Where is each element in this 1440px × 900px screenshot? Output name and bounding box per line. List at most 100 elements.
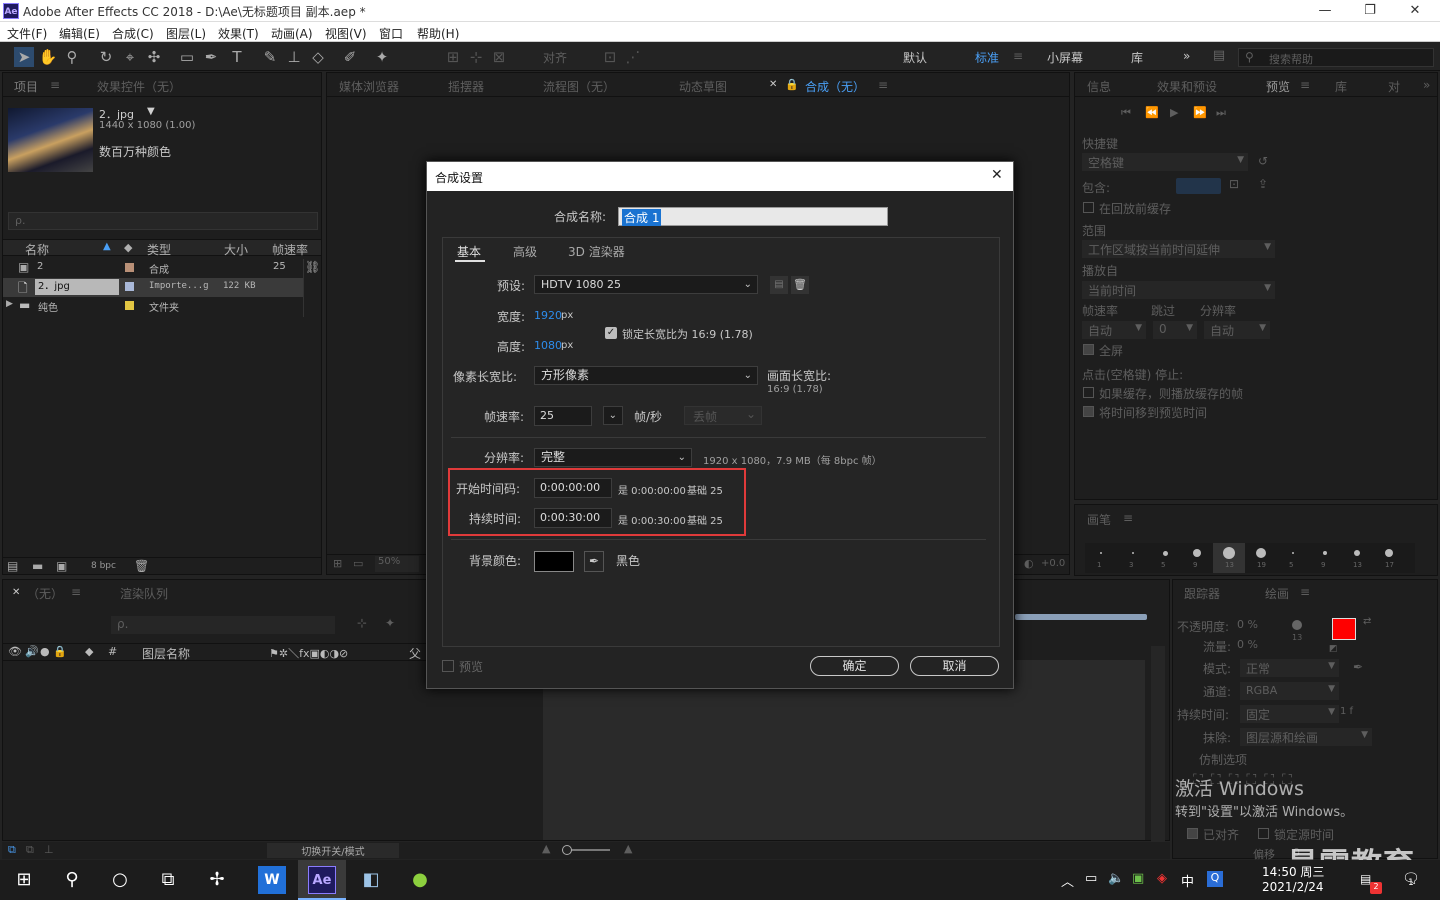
search-icon[interactable]: ⚲ <box>58 866 86 894</box>
col-size[interactable]: 大小 <box>224 241 248 258</box>
duration-select[interactable]: 固定 ▼ <box>1240 705 1339 723</box>
menu-view[interactable]: 视图(V) <box>325 25 367 42</box>
close-tab-icon[interactable]: ✕ <box>769 79 777 90</box>
menu-composition[interactable]: 合成(C) <box>112 25 154 42</box>
sort-ascending-icon[interactable]: ▲ <box>103 241 111 252</box>
tab-tracker[interactable]: 跟踪器 <box>1184 585 1220 602</box>
snap-option-icon[interactable]: ⊡ <box>600 47 620 67</box>
next-frame-icon[interactable]: ⏩ <box>1193 106 1207 119</box>
brush-tip[interactable]: 9 <box>1309 543 1341 573</box>
range-select[interactable]: 工作区域按当前时间延伸 ▼ <box>1082 240 1275 258</box>
play-icon[interactable]: ▶ <box>1170 106 1178 119</box>
tab-3d-renderer[interactable]: 3D 渲染器 <box>568 243 625 260</box>
brush-tip[interactable]: 1 <box>1085 543 1117 573</box>
tab-preview[interactable]: 预览 <box>1266 78 1290 95</box>
lock-column-icon[interactable]: 🔒 <box>53 645 67 658</box>
label-column-icon[interactable]: ◆ <box>124 241 132 254</box>
default-colors-icon[interactable]: ◩ <box>1329 644 1338 654</box>
camera-tool-icon[interactable]: ⌖ <box>120 47 140 67</box>
workspace-menu-icon[interactable]: ≡ <box>1013 49 1023 63</box>
brush-tip[interactable]: 13 <box>1213 543 1245 573</box>
clock-time[interactable]: 14:50 周三 <box>1262 863 1324 880</box>
project-tab-menu-icon[interactable]: ≡ <box>50 78 60 92</box>
reset-icon[interactable]: ↺ <box>1258 154 1268 168</box>
resolution-select[interactable]: 完整 ⌄ <box>534 448 692 467</box>
preview-tab-menu-icon[interactable]: ≡ <box>1300 78 1310 92</box>
exposure-icon[interactable]: ◐ <box>1024 557 1034 570</box>
security-icon[interactable]: ◈ <box>1157 871 1167 886</box>
foreground-color-swatch[interactable] <box>1332 618 1356 640</box>
eraser-tool-icon[interactable]: ◇ <box>308 47 328 67</box>
label-color-swatch[interactable] <box>125 282 134 291</box>
brush-tip[interactable]: 17 <box>1373 543 1405 573</box>
lock-ratio-checkbox[interactable]: ✓ <box>605 327 617 339</box>
green-app-icon[interactable]: ● <box>406 866 434 894</box>
tab-flowchart[interactable]: 流程图（无） <box>543 78 615 95</box>
height-value[interactable]: 1080 <box>534 339 562 352</box>
last-frame-icon[interactable]: ⏭ <box>1216 106 1226 120</box>
clock-date[interactable]: 2021/2/24 <box>1262 880 1324 894</box>
pen-tool-icon[interactable]: ✒ <box>201 47 221 67</box>
monitor-icon[interactable]: ▭ <box>353 557 363 570</box>
cancel-button[interactable]: 取消 <box>910 656 999 676</box>
expand-arrow-icon[interactable]: ▶ <box>6 299 13 309</box>
tab-timeline[interactable]: （无） <box>27 585 63 602</box>
fps-select[interactable]: 自动 ▼ <box>1082 321 1146 339</box>
delete-preset-icon[interactable]: 🗑 <box>791 276 809 294</box>
layer-switches-icon[interactable]: ⧉ <box>8 843 16 857</box>
workspace-library[interactable]: 库 <box>1131 49 1143 66</box>
mode-select[interactable]: 正常 ▼ <box>1240 659 1339 677</box>
tab-effect-controls[interactable]: 效果控件（无） <box>97 78 181 95</box>
opacity-value[interactable]: 0 % <box>1237 618 1258 631</box>
help-search-box[interactable]: ⚲ 搜索帮助 <box>1238 48 1434 67</box>
erase-select[interactable]: 图层源和绘画 ▼ <box>1240 728 1372 746</box>
eyedropper-icon[interactable]: ✒ <box>1353 660 1363 674</box>
delete-icon[interactable]: 🗑 <box>134 559 149 573</box>
tab-effects-presets[interactable]: 效果和预设 <box>1157 78 1217 95</box>
brush-tip[interactable]: 3 <box>1117 543 1149 573</box>
ime-indicator[interactable]: 中 <box>1181 871 1194 890</box>
minimize-button[interactable]: — <box>1302 0 1348 22</box>
duration-input[interactable]: 0:00:30:00 <box>534 508 612 528</box>
timeline-search-input[interactable]: ρ. <box>111 616 335 634</box>
workspace-standard[interactable]: 标准 <box>975 49 999 66</box>
col-layer-name[interactable]: 图层名称 <box>142 645 190 662</box>
notebook-app-icon[interactable]: ◧ <box>357 866 385 894</box>
draft-3d-icon[interactable]: ✦ <box>385 616 395 630</box>
brush-tip[interactable]: 13 <box>1341 543 1373 573</box>
zoom-level[interactable]: 50% <box>375 556 419 572</box>
play-from-select[interactable]: 当前时间 ▼ <box>1082 281 1275 299</box>
preset-select[interactable]: HDTV 1080 25 ⌄ <box>534 275 758 294</box>
hand-tool-icon[interactable]: ✋ <box>38 47 58 67</box>
tab-render-queue[interactable]: 渲染队列 <box>120 585 168 602</box>
col-type[interactable]: 类型 <box>147 241 171 258</box>
zoom-in-icon[interactable]: ▲ <box>624 842 632 855</box>
menu-file[interactable]: 文件(F) <box>7 25 47 42</box>
close-timeline-tab-icon[interactable]: ✕ <box>12 587 20 598</box>
paint-tab-menu-icon[interactable]: ≡ <box>1300 585 1310 599</box>
workspace-default[interactable]: 默认 <box>903 49 927 66</box>
table-row[interactable]: ▣ 2 合成 25 ⛓ <box>3 259 321 278</box>
sync-icon[interactable]: ▤ <box>1208 48 1230 66</box>
workspace-small-screen[interactable]: 小屏幕 <box>1047 49 1083 66</box>
col-name[interactable]: 名称 <box>25 241 49 258</box>
skip-select[interactable]: 0 ▼ <box>1153 321 1197 339</box>
first-frame-icon[interactable]: ⏮ <box>1121 106 1131 120</box>
toggle-switches-modes-button[interactable]: 切换开关/模式 <box>267 843 399 858</box>
tab-advanced[interactable]: 高级 <box>513 243 537 260</box>
world-axis-icon[interactable]: ⊹ <box>466 47 486 67</box>
label-column-icon[interactable]: ◆ <box>85 645 93 658</box>
pixel-aspect-select[interactable]: 方形像素 ⌄ <box>534 366 758 385</box>
volume-icon[interactable]: 🔈 <box>1108 871 1124 886</box>
width-value[interactable]: 1920 <box>534 309 562 322</box>
flowchart-icon[interactable]: ⛓ <box>305 260 320 274</box>
menu-effect[interactable]: 效果(T) <box>218 25 259 42</box>
flow-value[interactable]: 0 % <box>1237 638 1258 651</box>
cortana-icon[interactable]: ○ <box>106 866 134 894</box>
aligned-checkbox[interactable] <box>1187 828 1198 839</box>
label-color-swatch[interactable] <box>125 263 134 272</box>
puppet-tool-icon[interactable]: ✦ <box>372 47 392 67</box>
clone-stamp-tool-icon[interactable]: ⊥ <box>284 47 304 67</box>
tab-library[interactable]: 库 <box>1335 78 1347 95</box>
tab-composition[interactable]: 合成（无） <box>805 78 865 95</box>
